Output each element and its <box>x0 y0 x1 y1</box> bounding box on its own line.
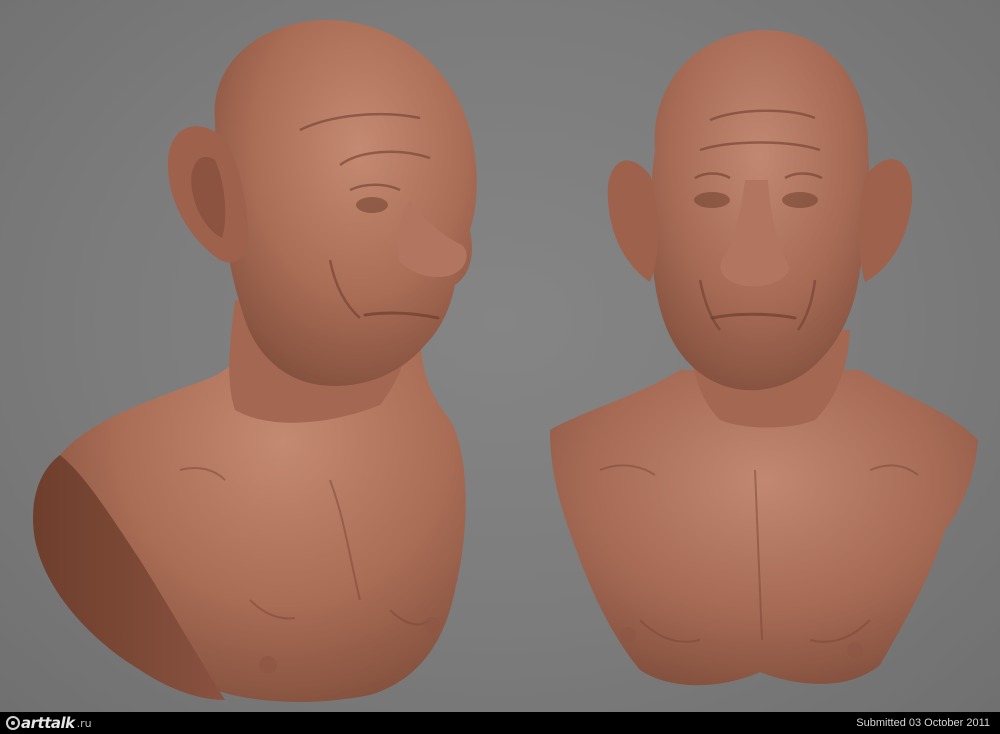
render-viewport <box>0 0 1000 712</box>
logo-text: arttalk <box>21 714 75 732</box>
right-ear-right <box>858 159 913 282</box>
logo-suffix: .ru <box>76 716 92 730</box>
sculpt-renders <box>32 19 978 702</box>
footer-bar: arttalk .ru Submitted 03 October 2011 <box>0 712 1000 734</box>
left-head <box>214 19 477 386</box>
arttalk-logo-icon <box>6 716 20 730</box>
bust-front-view <box>550 29 978 686</box>
bust-three-quarter-view <box>32 19 477 702</box>
arttalk-logo: arttalk .ru <box>6 712 92 734</box>
submitted-date: Submitted 03 October 2011 <box>856 717 990 729</box>
right-ear-left <box>607 160 659 282</box>
